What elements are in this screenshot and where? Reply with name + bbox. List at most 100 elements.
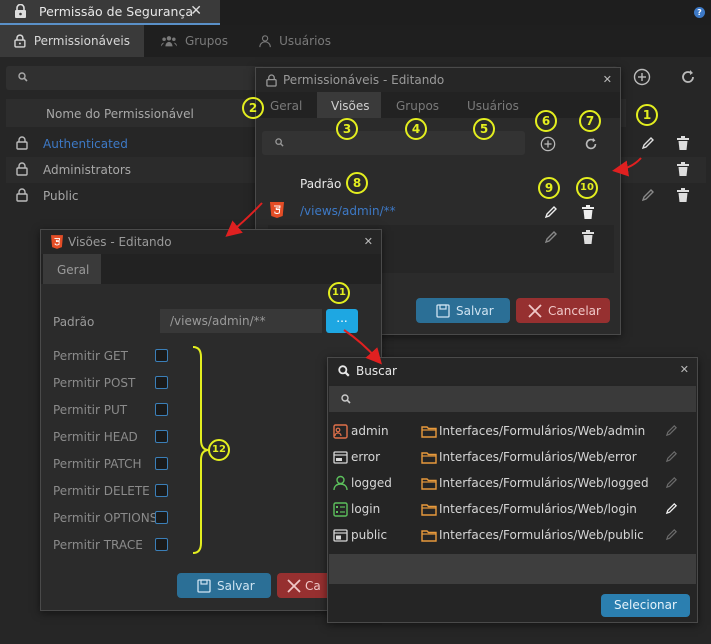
dialog-close-button[interactable]: ✕ <box>680 363 689 376</box>
browse-button[interactable]: ... <box>326 309 358 333</box>
tab-grupos[interactable]: Grupos <box>396 99 439 113</box>
buscar-footer-band <box>329 554 696 584</box>
dialog-titlebar[interactable]: Permissionáveis - Editando ✕ <box>256 68 620 92</box>
edit-icon[interactable] <box>665 502 678 515</box>
lock-icon <box>16 188 28 202</box>
perm-checkbox[interactable] <box>155 511 168 524</box>
trash-icon[interactable] <box>582 205 594 219</box>
window-error-icon <box>333 451 348 464</box>
item-path: Interfaces/Formulários/Web/error <box>439 450 637 464</box>
lock-icon <box>14 34 26 48</box>
edit-icon[interactable] <box>544 230 558 244</box>
document-tab-close-button[interactable]: ✕ <box>190 3 202 19</box>
row-label: /views/admin/** <box>300 204 396 218</box>
perm-checkbox[interactable] <box>155 349 168 362</box>
callout-11: 11 <box>328 282 350 304</box>
buscar-row-login[interactable]: login Interfaces/Formulários/Web/login <box>329 497 697 523</box>
callout-6: 6 <box>535 110 557 132</box>
perm-row-options[interactable]: Permitir OPTIONS <box>53 505 373 532</box>
lock-icon <box>16 136 28 150</box>
refresh-icon[interactable] <box>679 68 697 86</box>
trash-icon[interactable] <box>582 230 594 244</box>
perm-label: Permitir OPTIONS <box>53 511 158 525</box>
trash-icon[interactable] <box>677 136 689 150</box>
edit-icon[interactable] <box>665 450 678 463</box>
help-icon[interactable]: ? <box>694 7 705 18</box>
item-name: public <box>351 528 388 542</box>
save-button[interactable]: Salvar <box>177 573 271 598</box>
html5-icon <box>51 235 63 249</box>
dialog-titlebar[interactable]: Visões - Editando ✕ <box>41 230 381 254</box>
folder-icon <box>421 426 437 438</box>
search-icon <box>275 138 284 147</box>
perm-row-post[interactable]: Permitir POST <box>53 370 373 397</box>
close-icon <box>528 303 542 318</box>
tab-geral[interactable]: Geral <box>270 99 302 113</box>
trash-icon[interactable] <box>677 162 689 176</box>
trash-icon[interactable] <box>677 188 689 202</box>
tab-permissionaveis[interactable]: Permissionáveis <box>0 25 144 57</box>
dialog-titlebar[interactable]: Buscar ✕ <box>328 358 697 384</box>
callout-7: 7 <box>579 110 601 132</box>
perm-row-get[interactable]: Permitir GET <box>53 343 373 370</box>
refresh-icon[interactable] <box>583 136 599 152</box>
edit-icon[interactable] <box>665 528 678 541</box>
selecionar-button[interactable]: Selecionar <box>601 594 690 617</box>
add-icon[interactable] <box>633 68 651 86</box>
lock-icon <box>15 4 26 18</box>
html5-icon <box>270 202 284 218</box>
perm-row-delete[interactable]: Permitir DELETE <box>53 478 373 505</box>
cancel-button[interactable]: Cancelar <box>516 298 610 323</box>
edit-icon[interactable] <box>641 188 655 202</box>
buscar-dialog: Buscar ✕ admin Interfaces/Formulários/We… <box>327 357 698 623</box>
dialog-tab-bar: Geral Visões Grupos Usuários <box>256 92 620 118</box>
callout-10: 10 <box>576 177 598 199</box>
folder-icon <box>421 478 437 490</box>
list-row-padrao[interactable]: Padrão <box>268 170 614 198</box>
edit-icon[interactable] <box>641 136 655 150</box>
padrao-input[interactable]: /views/admin/** <box>160 309 322 333</box>
folder-icon <box>421 530 437 542</box>
edit-icon[interactable] <box>665 424 678 437</box>
save-button[interactable]: Salvar <box>416 298 510 323</box>
callout-1: 1 <box>636 104 658 126</box>
dialog-title: Buscar <box>356 364 397 378</box>
list-row-views-admin[interactable]: /views/admin/** <box>268 199 614 225</box>
add-icon[interactable] <box>540 136 556 152</box>
buscar-search-input[interactable] <box>329 386 696 412</box>
item-path: Interfaces/Formulários/Web/login <box>439 502 637 516</box>
perm-checkbox[interactable] <box>155 538 168 551</box>
buscar-row-logged[interactable]: logged Interfaces/Formulários/Web/logged <box>329 471 697 497</box>
main-tab-bar: Permissionáveis Grupos Usuários <box>0 25 711 57</box>
perm-checkbox[interactable] <box>155 430 168 443</box>
dialog-close-button[interactable]: ✕ <box>364 235 373 248</box>
tab-grupos[interactable]: Grupos <box>147 25 242 57</box>
tab-usuarios[interactable]: Usuários <box>245 25 345 57</box>
buscar-row-error[interactable]: error Interfaces/Formulários/Web/error <box>329 445 697 471</box>
tab-geral[interactable]: Geral <box>57 263 89 277</box>
edit-icon[interactable] <box>544 205 558 219</box>
callout-4: 4 <box>405 118 427 140</box>
edit-icon[interactable] <box>665 476 678 489</box>
perm-row-put[interactable]: Permitir PUT <box>53 397 373 424</box>
dialog-close-button[interactable]: ✕ <box>603 73 612 86</box>
row-label: Public <box>43 189 79 203</box>
document-tab[interactable]: Permissão de Segurança ✕ <box>0 0 220 25</box>
tab-visoes[interactable]: Visões <box>331 99 370 113</box>
form-list-icon <box>333 502 348 517</box>
buscar-row-public[interactable]: public Interfaces/Formulários/Web/public <box>329 523 697 549</box>
perm-checkbox[interactable] <box>155 484 168 497</box>
perm-checkbox[interactable] <box>155 457 168 470</box>
tab-usuarios[interactable]: Usuários <box>467 99 519 113</box>
perm-checkbox[interactable] <box>155 403 168 416</box>
callout-2: 2 <box>242 97 264 119</box>
perm-row-trace[interactable]: Permitir TRACE <box>53 532 373 559</box>
callout-8: 8 <box>346 172 368 194</box>
user-icon <box>259 35 271 48</box>
buscar-row-admin[interactable]: admin Interfaces/Formulários/Web/admin <box>329 419 697 445</box>
search-icon <box>18 72 28 82</box>
dialog-title: Visões - Editando <box>68 235 172 249</box>
perm-label: Permitir PUT <box>53 403 128 417</box>
save-icon <box>197 578 211 593</box>
perm-checkbox[interactable] <box>155 376 168 389</box>
